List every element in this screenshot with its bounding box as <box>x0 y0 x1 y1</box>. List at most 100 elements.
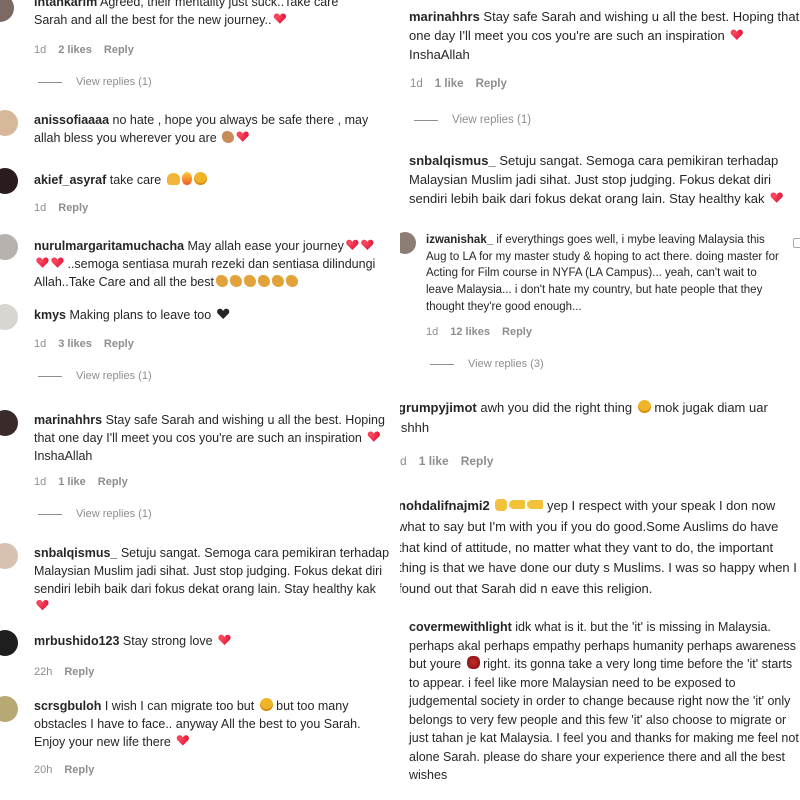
comment-meta: 1d 1 like Reply <box>410 78 507 90</box>
heart-icon <box>176 735 189 747</box>
view-replies-button[interactable]: View replies (1) <box>38 508 152 520</box>
comment-time: 1d <box>410 78 423 90</box>
reply-button[interactable]: Reply <box>58 202 88 214</box>
avatar[interactable] <box>400 232 416 254</box>
comment-username[interactable]: snbalqismus_ <box>34 546 117 560</box>
comment-text: May allah ease your journey <box>184 239 344 253</box>
comment-username[interactable]: marinahhrs <box>34 413 102 427</box>
comment-username[interactable]: kmys <box>34 308 66 322</box>
like-count[interactable]: 1 like <box>419 454 449 468</box>
view-replies-button[interactable]: View replies (1) <box>38 370 152 382</box>
heart-icon <box>367 431 380 443</box>
like-count[interactable]: 1 like <box>435 78 464 90</box>
comment-username[interactable]: nurulmargaritamuchacha <box>34 239 184 253</box>
view-replies-button[interactable]: View replies (1) <box>38 76 152 88</box>
heart-icon <box>218 634 231 646</box>
comment-text-end: InshaAllah <box>34 448 93 463</box>
comment-time: 1d <box>34 476 47 488</box>
avatar[interactable] <box>0 0 14 22</box>
heart-icon <box>51 257 64 269</box>
left-comments-panel: intankarim Agreed, their mentality just … <box>0 0 400 800</box>
avatar[interactable] <box>0 696 18 722</box>
comment-text: take care <box>106 173 165 187</box>
black-heart-icon <box>217 308 230 320</box>
like-count[interactable]: 3 likes <box>58 338 92 350</box>
heart-icon <box>236 131 249 143</box>
comment-username[interactable]: marinahhrs <box>409 9 480 24</box>
avatar[interactable] <box>0 234 18 260</box>
comment-meta: 1d 3 likes Reply <box>34 338 134 350</box>
avatar[interactable] <box>0 410 18 436</box>
flexed-biceps-icon <box>285 274 298 287</box>
comment-username[interactable]: covermewithlight <box>409 620 512 634</box>
heart-icon <box>770 192 783 204</box>
fire-icon <box>181 172 192 185</box>
heart-outline-icon[interactable] <box>793 238 800 248</box>
heart-icon <box>273 13 286 25</box>
comment-time: 1d <box>34 338 47 350</box>
comment-meta: 1d 12 likes Reply <box>426 326 532 338</box>
comment-time: 20h <box>34 764 53 776</box>
rose-icon <box>466 656 480 669</box>
comment-text-continued: ..semoga sentiasa murah rezeki dan senti… <box>34 256 376 289</box>
comment-username[interactable]: scrsgbuloh <box>34 699 101 713</box>
avatar[interactable] <box>0 110 18 136</box>
comment-username[interactable]: grumpyjimot <box>400 400 477 415</box>
comment-time: 1d <box>426 326 439 338</box>
comment-meta: 1d Reply <box>34 202 88 214</box>
like-count[interactable]: 1 like <box>58 476 86 488</box>
pointing-hand-icon <box>509 500 526 509</box>
avatar[interactable] <box>0 168 18 194</box>
comment-username[interactable]: intankarim <box>34 0 97 9</box>
avatar[interactable] <box>0 630 18 656</box>
reply-button[interactable]: Reply <box>64 764 94 776</box>
comment-username[interactable]: snbalqismus_ <box>409 153 496 168</box>
comment-text: awh you did the right thing <box>476 400 636 415</box>
comment-username[interactable]: akief_asyraf <box>34 173 106 187</box>
thumbs-up-icon <box>495 499 508 511</box>
heart-icon <box>730 29 743 41</box>
flexed-biceps-icon <box>271 274 284 287</box>
comment-username[interactable]: izwanishak_ <box>426 234 493 246</box>
comment-meta: 20h Reply <box>34 764 94 776</box>
comment-time: d <box>400 454 407 468</box>
comment-text: I wish I can migrate too but <box>101 699 258 713</box>
divider <box>38 375 62 377</box>
view-replies-button[interactable]: View replies (1) <box>414 114 531 126</box>
comment-time: 1d <box>34 202 47 214</box>
sad-face-icon <box>259 698 273 711</box>
comment-text: Making plans to leave too <box>65 308 215 322</box>
comment-time: 22h <box>34 666 53 678</box>
divider <box>38 81 62 83</box>
reply-button[interactable]: Reply <box>104 44 134 56</box>
sad-face-icon <box>193 172 207 185</box>
avatar[interactable] <box>0 304 18 330</box>
comment-meta: 1d 1 like Reply <box>34 476 128 488</box>
reply-button[interactable]: Reply <box>461 454 494 468</box>
divider <box>414 119 438 121</box>
heart-icon <box>36 599 49 611</box>
flexed-biceps-icon <box>222 130 235 143</box>
heart-icon <box>361 239 374 251</box>
view-replies-button[interactable]: View replies (3) <box>430 358 544 370</box>
comment-username[interactable]: mrbushido123 <box>34 634 119 648</box>
reply-button[interactable]: Reply <box>502 326 532 338</box>
comment-text-end: InshaAllah <box>409 46 470 62</box>
reply-button[interactable]: Reply <box>476 78 507 90</box>
comment-text: Stay strong love <box>119 634 217 648</box>
pointing-hand-icon <box>527 500 544 509</box>
comment-meta: 22h Reply <box>34 666 94 678</box>
reply-button[interactable]: Reply <box>64 666 94 678</box>
reply-button[interactable]: Reply <box>98 476 128 488</box>
like-count[interactable]: 2 likes <box>58 44 92 56</box>
sad-face-icon <box>637 400 651 413</box>
reply-button[interactable]: Reply <box>104 338 134 350</box>
comment-username[interactable]: anissofiaaaa <box>34 113 109 127</box>
comment-text-end: right. its gonna take a very long time b… <box>409 657 799 782</box>
avatar[interactable] <box>0 543 18 569</box>
like-count[interactable]: 12 likes <box>450 326 490 338</box>
flexed-biceps-icon <box>215 274 228 287</box>
heart-icon <box>346 239 359 251</box>
flexed-biceps-icon <box>229 274 242 287</box>
comment-username[interactable]: nohdalifnajmi2 <box>400 498 490 513</box>
